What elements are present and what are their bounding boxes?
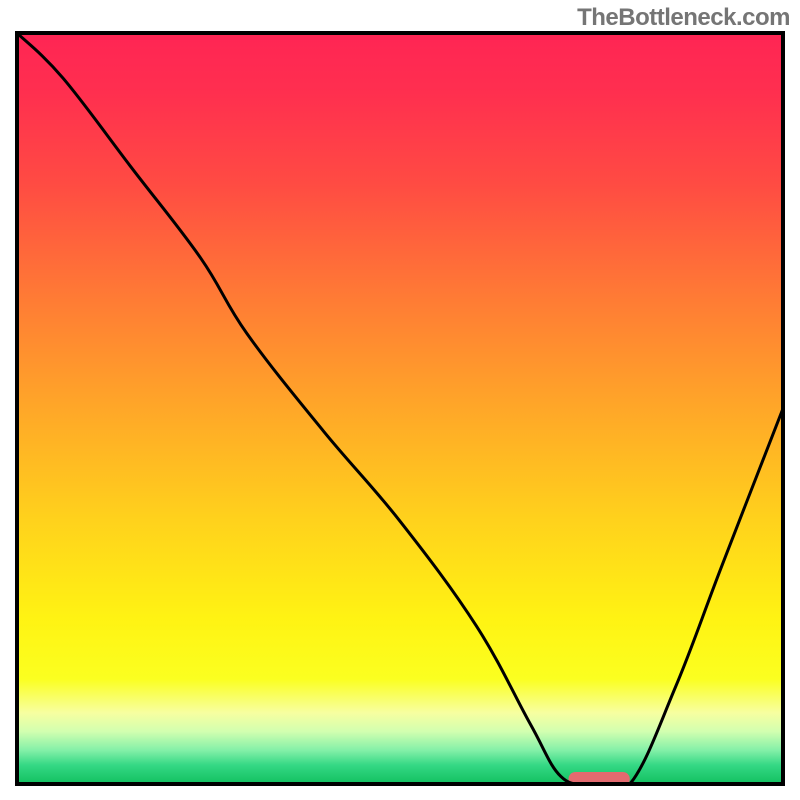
gradient-background (17, 33, 783, 784)
bottleneck-chart (0, 0, 800, 800)
watermark-text: TheBottleneck.com (577, 4, 790, 32)
chart-container: TheBottleneck.com (0, 0, 800, 800)
